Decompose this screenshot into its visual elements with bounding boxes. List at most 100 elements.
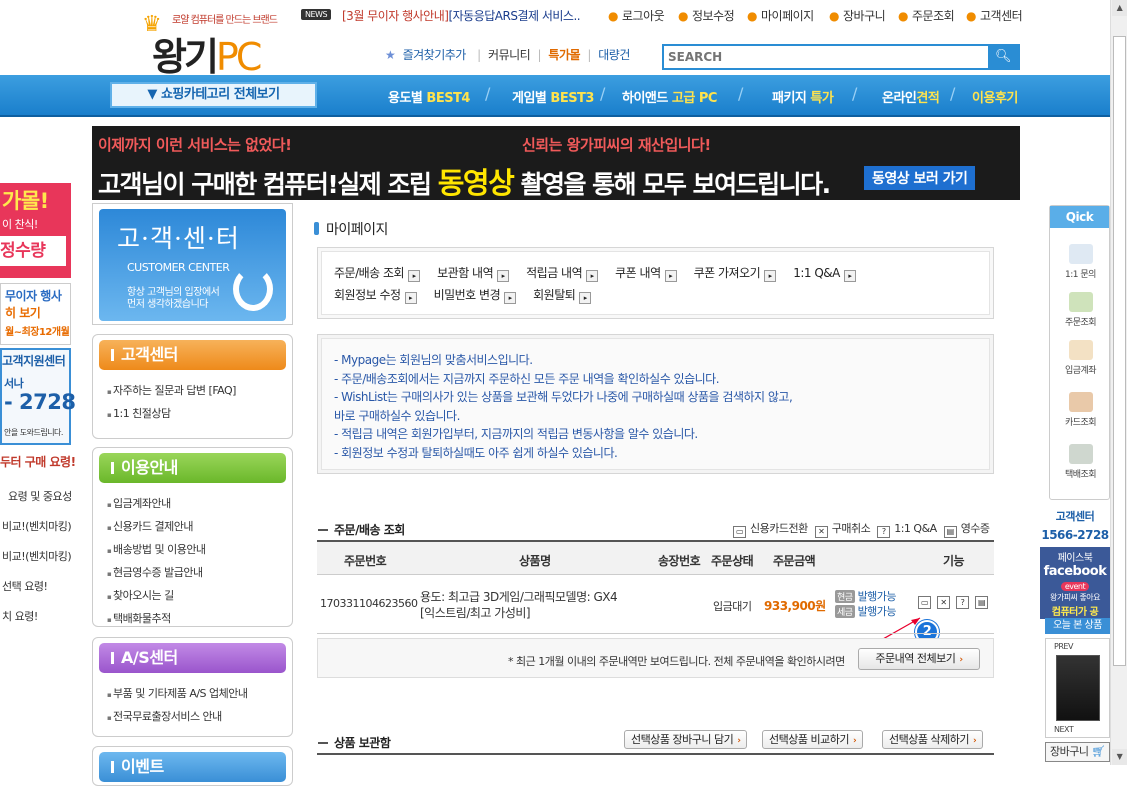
nav-item-online-quote[interactable]: 온라인견적 [882, 87, 940, 106]
delete-selected-button[interactable]: 선택상품 삭제하기 › [882, 730, 984, 749]
mypage-menu: 주문/배송 조회 ▸ 보관함 내역 ▸ 적립금 내역 ▸ 쿠폰 내역 ▸ 쿠폰 가져오기… [317, 247, 994, 319]
nav-divider: / [485, 84, 490, 103]
search-input[interactable] [668, 48, 988, 66]
community-link[interactable]: 커뮤니티 [488, 48, 531, 62]
order-number[interactable]: 170331104623560 [320, 597, 418, 610]
menu-edit-profile[interactable]: 회원정보 수정 ▸ [334, 284, 417, 306]
side-link-consult[interactable]: 1:1 친절상담 [107, 403, 292, 426]
recently-viewed-title: 오늘 본 상품 [1045, 618, 1110, 634]
menu-wishlist[interactable]: 보관함 내역 ▸ [437, 262, 510, 284]
ad-guide-link[interactable]: 비교!(벤치마킹) [2, 548, 72, 564]
cs-label: 고객센터 [1055, 510, 1095, 523]
side-menu-title: 이용안내 [99, 453, 286, 483]
quick-order-lookup[interactable]: 주문조회 [1050, 292, 1111, 328]
menu-qna[interactable]: 1:1 Q&A ▸ [793, 262, 856, 284]
ad-guide-link[interactable]: 치 요령! [2, 608, 38, 624]
add-selected-to-cart-button[interactable]: 선택상품 장바구니 담기 › [624, 730, 748, 749]
side-link-shipping[interactable]: 배송방법 및 이용안내 [107, 539, 292, 562]
side-link-card[interactable]: 신용카드 결제안내 [107, 516, 292, 539]
banner-headline: 고객님이 구매한 컴퓨터!실제 조립 동영상 촬영을 통해 모두 보여드립니다. [98, 166, 831, 200]
cash-receipt[interactable]: 현금 발행가능 [835, 588, 897, 604]
ad-special-mall[interactable]: 가몰! 이 찬식! 정수량 [0, 183, 71, 278]
receipt-icon: ▤ [943, 526, 957, 538]
news-ticker[interactable]: [3월 무이자 행사안내][자동응답ARS결제 서비스.. [342, 7, 581, 24]
info-line: - 회원정보 수정과 탈퇴하실때도 아주 쉽게 하실수 있습니다. [334, 445, 618, 460]
product-name-line2[interactable]: [익스트림/최고 가성비] [420, 604, 531, 621]
side-link-as-partner[interactable]: 부품 및 기타제품 A/S 업체안내 [107, 683, 292, 706]
ad-guide-link[interactable]: 비교!(벤치마킹) [2, 518, 72, 534]
side-link-tracking[interactable]: 택배화물추적 [107, 608, 292, 631]
search-button[interactable]: 🔍︎ [988, 46, 1018, 68]
menu-change-password[interactable]: 비밀번호 변경 ▸ [434, 284, 517, 306]
product-name-line1[interactable]: 용도: 최고급 3D게임/그래픽모델명: GX4 [420, 588, 618, 605]
top-link-cart[interactable]: ● 장바구니 [829, 7, 886, 24]
category-all-button[interactable]: ▼ 쇼핑카테고리 전체보기 [110, 82, 317, 108]
side-link-directions[interactable]: 찾아오시는 길 [107, 585, 292, 608]
site-logo[interactable]: ♛ 로얄 컴퓨터를 만드는 브랜드 왕기PC [142, 10, 282, 79]
side-link-bank[interactable]: 입금계좌안내 [107, 493, 292, 516]
ad-interest-free[interactable]: 무이자 행사 히 보기 월~최장12개월 [0, 283, 71, 345]
nav-item-highend[interactable]: 하이앤드 고급 PC [622, 87, 717, 106]
orders-section-title: 주문/배송 조회 [318, 521, 405, 538]
top-link-order-lookup[interactable]: ● 주문조회 [898, 7, 955, 24]
side-menu-guide: 이용안내 입금계좌안내 신용카드 결제안내 배송방법 및 이용안내 현금영수증 … [92, 447, 293, 627]
cancel-icon[interactable]: ✕ [937, 596, 950, 609]
nav-item-usage-best[interactable]: 용도별 BEST4 [388, 87, 470, 106]
scroll-down-arrow[interactable]: ▼ [1112, 749, 1127, 765]
order-status: 입금대기 [713, 600, 752, 613]
receipt-icon[interactable]: ▤ [975, 596, 988, 609]
menu-get-coupon[interactable]: 쿠폰 가져오기 ▸ [694, 262, 777, 284]
quick-cart-button[interactable]: 장바구니 🛒︎ [1045, 742, 1110, 762]
prev-button[interactable]: PREV [1054, 642, 1073, 651]
top-link-edit-info[interactable]: ● 정보수정 [678, 7, 735, 24]
card-convert-icon[interactable]: ▭ [918, 596, 931, 609]
side-link-faq[interactable]: 자주하는 질문과 답변 [FAQ] [107, 380, 292, 403]
logo-text: 왕기PC [152, 35, 262, 79]
search-icon: 🔍︎ [994, 49, 1012, 64]
recently-viewed-box: PREV NEXT [1045, 638, 1110, 738]
col-actions: 기능 [943, 554, 965, 568]
side-menu-title: A/S센터 [99, 643, 286, 673]
customer-center-banner[interactable]: 고·객·센·터 CUSTOMER CENTER 항상 고객님의 입장에서 먼저 생… [92, 203, 293, 325]
ad-guide-link[interactable]: 선택 요령! [2, 578, 48, 594]
top-link-customer-center[interactable]: ● 고객센터 [966, 7, 1023, 24]
nav-item-game-best[interactable]: 게임별 BEST3 [512, 87, 594, 106]
top-link-logout[interactable]: ● 로그아웃 [608, 7, 665, 24]
ad-support-center[interactable]: 고객지원센터 서나 - 2728 안을 도와드립니다. [0, 348, 76, 445]
col-product: 상품명 [519, 554, 551, 568]
menu-coupons[interactable]: 쿠폰 내역 ▸ [615, 262, 677, 284]
compare-selected-button[interactable]: 선택상품 비교하기 › [762, 730, 864, 749]
next-button[interactable]: NEXT [1054, 725, 1074, 734]
special-mall-link[interactable]: 특가몰 [548, 48, 580, 62]
wishlist-table-border [317, 753, 994, 755]
quick-bank-account[interactable]: 입금계좌 [1050, 340, 1111, 376]
banner-cta-button[interactable]: 동영상 보러 가기 [864, 166, 976, 190]
nav-item-package[interactable]: 패키지 특가 [772, 87, 834, 106]
side-link-free-service[interactable]: 전국무료출장서비스 안내 [107, 706, 292, 729]
ad-buying-guide-title[interactable]: 두터 구매 요령! [0, 453, 76, 470]
facebook-event-ad[interactable]: 페이스북 facebook event 왕가피씨 좋아요 컴퓨터가 공 [1040, 547, 1110, 619]
menu-points[interactable]: 적립금 내역 ▸ [526, 262, 599, 284]
top-link-mypage[interactable]: ● 마이페이지 [747, 7, 814, 24]
nav-item-reviews[interactable]: 이용후기 [972, 87, 1018, 106]
side-link-receipt[interactable]: 현금영수증 발급안내 [107, 562, 292, 585]
question-icon[interactable]: ? [956, 596, 969, 609]
quick-inquiry[interactable]: 1:1 문의 [1050, 244, 1111, 280]
quick-delivery-lookup[interactable]: 택배조회 [1050, 444, 1111, 480]
orders-table-header: 주문번호 상품명 송장번호 주문상태 주문금액 기능 [317, 542, 994, 575]
ad-guide-link[interactable]: 요령 및 중요성 [8, 488, 72, 504]
bookmark-link[interactable]: ★ 즐겨찾기추가 [385, 48, 470, 62]
menu-withdraw[interactable]: 회원탈퇴 ▸ [533, 284, 592, 306]
vertical-scrollbar[interactable]: ▲ ▼ [1110, 0, 1127, 765]
view-all-orders-button[interactable]: 주문내역 전체보기 › [858, 648, 980, 670]
promo-banner[interactable]: 이제까지 이런 서비스는 없었다! 신뢰는 왕가피씨의 재산입니다! 고객님이 … [92, 126, 1020, 200]
scroll-thumb[interactable] [1113, 36, 1126, 666]
menu-order-lookup[interactable]: 주문/배송 조회 ▸ [334, 262, 421, 284]
mail-icon [1068, 244, 1093, 264]
side-menu-title: 이벤트 [99, 752, 286, 782]
viewed-product-thumbnail[interactable] [1056, 655, 1100, 721]
scroll-up-arrow[interactable]: ▲ [1112, 0, 1127, 16]
bulk-order-link[interactable]: 대량건 [598, 48, 630, 62]
info-line: - 주문/배송조회에서는 지금까지 주문하신 모든 주문 내역을 확인하실수 있… [334, 371, 720, 386]
quick-card-lookup[interactable]: 카드조회 [1050, 392, 1111, 428]
